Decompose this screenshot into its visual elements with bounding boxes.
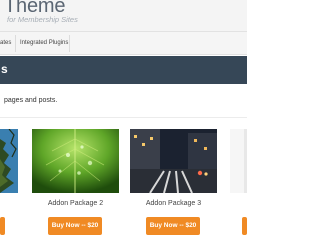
nav-divider [15, 35, 16, 52]
main-nav: ates Integrated Plugins [0, 31, 247, 55]
intro-text: pages and posts. [4, 97, 58, 104]
buy-now-button[interactable] [0, 217, 5, 235]
divider [0, 117, 247, 118]
site-tagline: for Membership Sites [7, 15, 78, 24]
site-header: Theme for Membership Sites [0, 0, 247, 31]
buy-now-button[interactable]: Buy Now -- $20 [48, 217, 102, 235]
product-title[interactable]: Addon Package 3 [130, 200, 217, 207]
page-banner: s [0, 56, 247, 84]
product-image[interactable] [130, 129, 217, 193]
nav-item-integrated-plugins[interactable]: Integrated Plugins [20, 40, 68, 46]
buy-now-button[interactable]: Buy Now -- $20 [146, 217, 200, 235]
page-title: s [1, 62, 8, 76]
nav-divider [69, 35, 70, 52]
product-image[interactable] [0, 129, 18, 193]
product-title[interactable]: Addon Package 2 [32, 200, 119, 207]
buy-now-button[interactable] [242, 217, 247, 235]
nav-item-templates[interactable]: ates [0, 40, 11, 46]
product-image[interactable] [230, 129, 247, 193]
product-image[interactable] [32, 129, 119, 193]
